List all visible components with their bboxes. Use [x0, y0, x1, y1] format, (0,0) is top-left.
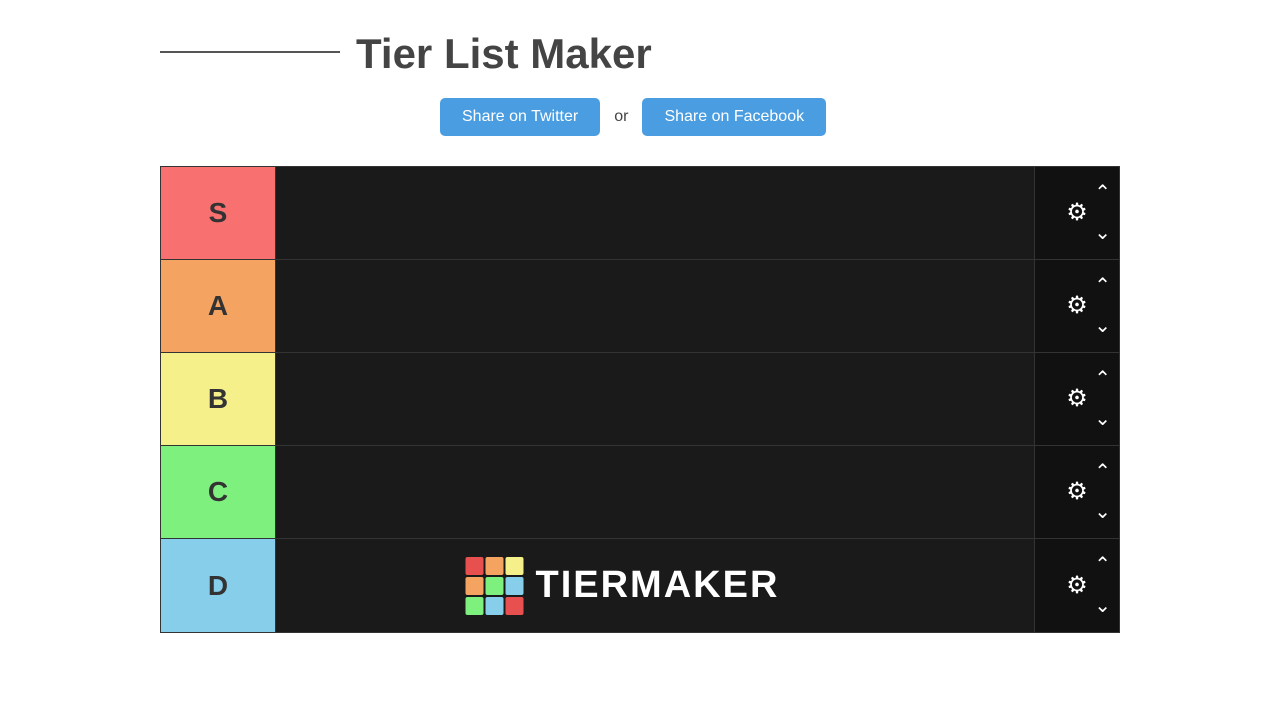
chevron-down-a[interactable]: ⌄: [1094, 316, 1111, 336]
gear-icon-d[interactable]: ⚙: [1066, 574, 1088, 598]
tier-label-s: S: [161, 167, 276, 259]
tier-row-s: S ⚙ ⌃ ⌄: [161, 167, 1119, 260]
tier-label-b: B: [161, 353, 276, 445]
tier-content-b[interactable]: [276, 353, 1034, 445]
tier-controls-c: ⚙ ⌃ ⌄: [1034, 446, 1119, 538]
tier-content-c[interactable]: [276, 446, 1034, 538]
chevron-down-c[interactable]: ⌄: [1094, 502, 1111, 522]
tier-label-a: A: [161, 260, 276, 352]
tier-table: S ⚙ ⌃ ⌄ A ⚙ ⌃ ⌄ B ⚙ ⌃ ⌄ C ⚙ ⌃ ⌄ D TiERMAKER ⚙ ⌃ ⌄: [160, 166, 1120, 633]
tier-row-c: C ⚙ ⌃ ⌄: [161, 446, 1119, 539]
gear-icon-c[interactable]: ⚙: [1066, 480, 1088, 504]
tier-label-c: C: [161, 446, 276, 538]
chevron-up-b[interactable]: ⌃: [1094, 369, 1111, 389]
tier-row-d: D TiERMAKER ⚙ ⌃ ⌄: [161, 539, 1119, 632]
share-facebook-button[interactable]: Share on Facebook: [642, 98, 826, 136]
tiermaker-logo-text: TiERMAKER: [536, 564, 780, 607]
chevron-up-c[interactable]: ⌃: [1094, 462, 1111, 482]
tier-content-s[interactable]: [276, 167, 1034, 259]
tier-row-b: B ⚙ ⌃ ⌄: [161, 353, 1119, 446]
chevron-up-d[interactable]: ⌃: [1094, 555, 1111, 575]
tier-row-a: A ⚙ ⌃ ⌄: [161, 260, 1119, 353]
header: Tier List Maker Share on Twitter or Shar…: [0, 0, 1280, 166]
gear-icon-b[interactable]: ⚙: [1066, 387, 1088, 411]
gear-icon-s[interactable]: ⚙: [1066, 201, 1088, 225]
chevron-down-b[interactable]: ⌄: [1094, 409, 1111, 429]
title-row: Tier List Maker: [160, 30, 1280, 78]
tier-content-a[interactable]: [276, 260, 1034, 352]
tier-controls-s: ⚙ ⌃ ⌄: [1034, 167, 1119, 259]
tiermaker-watermark: TiERMAKER: [466, 539, 845, 632]
tier-content-d[interactable]: TiERMAKER: [276, 539, 1034, 632]
chevron-up-a[interactable]: ⌃: [1094, 276, 1111, 296]
gear-icon-a[interactable]: ⚙: [1066, 294, 1088, 318]
title-underline: [160, 51, 340, 53]
tier-controls-b: ⚙ ⌃ ⌄: [1034, 353, 1119, 445]
share-row: Share on Twitter or Share on Facebook: [160, 98, 1280, 136]
tier-controls-a: ⚙ ⌃ ⌄: [1034, 260, 1119, 352]
tier-label-d: D: [161, 539, 276, 632]
chevron-down-d[interactable]: ⌄: [1094, 596, 1111, 616]
page-title: Tier List Maker: [356, 30, 652, 78]
chevron-up-s[interactable]: ⌃: [1094, 183, 1111, 203]
tier-controls-d: ⚙ ⌃ ⌄: [1034, 539, 1119, 632]
chevron-down-s[interactable]: ⌄: [1094, 223, 1111, 243]
share-twitter-button[interactable]: Share on Twitter: [440, 98, 600, 136]
or-separator: or: [614, 108, 628, 126]
